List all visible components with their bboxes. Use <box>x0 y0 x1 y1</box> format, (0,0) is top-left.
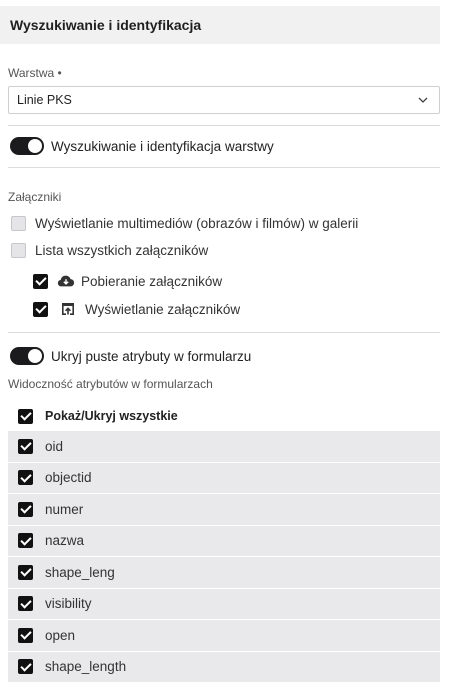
attachments-list-label: Lista wszystkich załączników <box>35 242 209 258</box>
toggle-all-checkbox[interactable] <box>18 408 33 424</box>
attribute-checkbox[interactable] <box>18 470 33 486</box>
attribute-checkbox[interactable] <box>18 596 33 612</box>
download-attachments-label: Pobieranie załączników <box>81 273 223 289</box>
attribute-name: oid <box>45 438 64 454</box>
display-attachments-label: Wyświetlanie załączników <box>85 301 241 317</box>
attribute-name: visibility <box>45 596 92 612</box>
attribute-row[interactable]: objectid <box>8 461 440 493</box>
attribute-name: shape_length <box>45 659 127 675</box>
gallery-option-label: Wyświetlanie multimediów (obrazów i film… <box>35 215 359 231</box>
download-attachments-checkbox[interactable] <box>33 273 48 289</box>
open-external-icon <box>59 300 77 318</box>
attribute-name: open <box>45 627 76 643</box>
gallery-checkbox[interactable] <box>11 215 26 231</box>
search-identify-toggle-row[interactable]: Wyszukiwanie i identyfikacja warstwy <box>10 136 274 156</box>
hide-empty-toggle-label: Ukryj puste atrybuty w formularzu <box>51 348 252 364</box>
toggle-all-label: Pokaż/Ukryj wszystkie <box>45 409 178 423</box>
attribute-checkbox[interactable] <box>18 438 33 454</box>
attribute-row[interactable]: open <box>8 619 440 651</box>
layer-select[interactable]: Linie PKS <box>8 86 440 114</box>
attachments-label: Załączniki <box>8 190 62 204</box>
divider <box>8 167 440 168</box>
section-title: Wyszukiwanie i identyfikacja <box>10 17 202 33</box>
cloud-download-icon <box>57 272 75 290</box>
attribute-name: objectid <box>45 470 92 486</box>
attribute-checkbox[interactable] <box>18 533 33 549</box>
search-identify-toggle[interactable] <box>10 137 44 155</box>
attribute-row[interactable]: visibility <box>8 587 440 619</box>
hide-empty-toggle[interactable] <box>10 347 44 365</box>
display-attachments-option[interactable]: Wyświetlanie załączników <box>33 299 240 319</box>
layer-select-value: Linie PKS <box>17 93 72 107</box>
attribute-name: numer <box>45 501 84 517</box>
attribute-row[interactable]: shape_length <box>8 650 440 682</box>
attribute-checkbox[interactable] <box>18 564 33 580</box>
attributes-table: Pokaż/Ukryj wszystkie oid objectid numer… <box>8 402 440 682</box>
divider <box>8 332 440 333</box>
gallery-option[interactable]: Wyświetlanie multimediów (obrazów i film… <box>11 213 358 233</box>
attribute-row[interactable]: shape_leng <box>8 556 440 588</box>
attribute-name: nazwa <box>45 533 85 549</box>
attribute-row[interactable]: nazwa <box>8 524 440 556</box>
attachments-list-checkbox[interactable] <box>11 242 26 258</box>
hide-empty-toggle-row[interactable]: Ukryj puste atrybuty w formularzu <box>10 346 251 366</box>
attribute-checkbox[interactable] <box>18 501 33 517</box>
layer-label: Warstwa • <box>8 66 62 80</box>
attributes-visibility-label: Widoczność atrybutów w formularzach <box>8 377 213 391</box>
download-attachments-option[interactable]: Pobieranie załączników <box>33 271 222 291</box>
search-identify-toggle-label: Wyszukiwanie i identyfikacja warstwy <box>51 138 274 154</box>
divider <box>8 125 440 126</box>
section-header: Wyszukiwanie i identyfikacja <box>0 6 440 44</box>
display-attachments-checkbox[interactable] <box>33 301 48 317</box>
attribute-checkbox[interactable] <box>18 627 33 643</box>
attribute-row[interactable]: oid <box>8 430 440 462</box>
attributes-toggle-all-row[interactable]: Pokaż/Ukryj wszystkie <box>8 402 440 430</box>
attribute-row[interactable]: numer <box>8 493 440 525</box>
attribute-checkbox[interactable] <box>18 659 33 675</box>
attachments-list-option[interactable]: Lista wszystkich załączników <box>11 240 208 260</box>
chevron-down-icon <box>418 97 428 103</box>
attribute-name: shape_leng <box>45 564 115 580</box>
